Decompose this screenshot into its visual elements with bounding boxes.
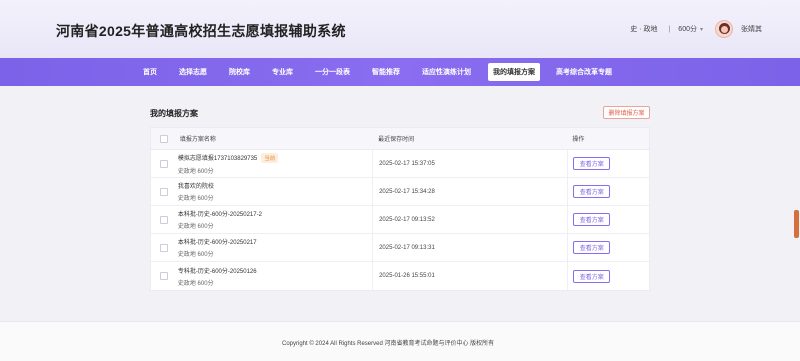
footer: Copyright © 2024 All Rights Reserved 河南省… <box>0 321 800 361</box>
row-checkbox[interactable] <box>160 243 169 252</box>
copyright-text: Copyright © 2024 All Rights Reserved 河南省… <box>282 341 495 347</box>
separator: | <box>668 25 671 33</box>
nav-item-home[interactable]: 首页 <box>143 67 157 77</box>
view-plan-button[interactable]: 查看方案 <box>573 185 611 198</box>
plan-subjects: 史政地 600分 <box>177 168 214 175</box>
column-header-op: 操作 <box>572 137 585 143</box>
row-checkbox[interactable] <box>160 187 169 196</box>
view-plan-button[interactable]: 查看方案 <box>573 213 611 226</box>
plan-subjects: 史政地 600分 <box>177 196 214 202</box>
table-header: 填报方案名称 最近保存时间 操作 <box>151 128 649 150</box>
plan-name: 本科批-历史-600分-20250217-2 <box>177 212 262 218</box>
username[interactable]: 张婧其 <box>741 24 762 34</box>
nav-item-colleges[interactable]: 院校库 <box>229 67 250 77</box>
plan-saved-time: 2025-02-17 15:34:28 <box>372 178 567 205</box>
subject-label: 史 · 政地 <box>630 26 658 33</box>
nav-item-drill[interactable]: 适应性演练计划 <box>422 67 471 77</box>
select-all-checkbox[interactable] <box>160 134 169 143</box>
nav-item-recommend[interactable]: 智能推荐 <box>372 67 400 77</box>
table-row: 本科批-历史-600分-20250217-2 史政地 600分 2025-02-… <box>151 206 649 234</box>
plan-name: 本科批-历史-600分-20250217 <box>177 240 257 246</box>
view-plan-button[interactable]: 查看方案 <box>573 157 611 170</box>
user-area: 史 · 政地 | 600分 ▾ 张婧其 <box>630 0 800 58</box>
row-checkbox[interactable] <box>160 159 169 168</box>
nav-item-reform[interactable]: 高考综合改革专题 <box>556 67 612 77</box>
current-badge: 当前 <box>261 152 279 163</box>
plan-saved-time: 2025-02-17 15:37:05 <box>372 150 567 177</box>
plan-saved-time: 2025-02-17 09:13:31 <box>372 234 567 261</box>
site-title: 河南省2025年普通高校招生志愿填报辅助系统 <box>56 23 346 39</box>
score-label: 600分 <box>678 26 697 33</box>
column-header-name: 填报方案名称 <box>179 137 216 143</box>
row-checkbox[interactable] <box>160 215 169 224</box>
plan-name: 模拟志愿填报1737103829735 <box>177 156 258 162</box>
page-title: 我的填报方案 <box>150 109 198 118</box>
plan-subjects: 史政地 600分 <box>177 224 214 230</box>
table-row: 我喜欢的院校 史政地 600分 2025-02-17 15:34:28 查看方案 <box>151 178 649 206</box>
chevron-down-icon: ▾ <box>699 26 703 33</box>
view-plan-button[interactable]: 查看方案 <box>573 269 611 283</box>
table-row: 模拟志愿填报1737103829735 当前 史政地 600分 2025-02-… <box>151 150 649 178</box>
column-header-time: 最近保存时间 <box>378 137 415 143</box>
table-row: 专科批-历史-600分-20250126 史政地 600分 2025-01-26… <box>151 262 649 290</box>
score-selector[interactable]: 600分 ▾ <box>678 24 703 34</box>
plan-name: 专科批-历史-600分-20250126 <box>177 268 257 275</box>
nav-item-my-plans[interactable]: 我的填报方案 <box>488 63 540 81</box>
plans-table: 填报方案名称 最近保存时间 操作 模拟志愿填报1737103829735 当前 … <box>150 127 650 291</box>
nav-item-majors[interactable]: 专业库 <box>272 67 293 77</box>
delete-plan-button[interactable]: 删除填报方案 <box>603 106 650 119</box>
side-scroll-handle[interactable] <box>794 210 799 238</box>
avatar[interactable] <box>715 20 733 38</box>
plan-saved-time: 2025-01-26 15:55:01 <box>372 262 567 290</box>
plan-subjects: 史政地 600分 <box>177 280 214 287</box>
main-nav: 首页 选择志愿 院校库 专业库 一分一段表 智能推荐 适应性演练计划 我的填报方… <box>0 58 800 86</box>
plan-saved-time: 2025-02-17 09:13:52 <box>372 206 567 233</box>
plan-name: 我喜欢的院校 <box>177 184 214 190</box>
nav-item-score-table[interactable]: 一分一段表 <box>315 67 350 77</box>
view-plan-button[interactable]: 查看方案 <box>573 241 611 254</box>
plan-subjects: 史政地 600分 <box>177 252 214 258</box>
header: 河南省2025年普通高校招生志愿填报辅助系统 史 · 政地 | 600分 ▾ 张… <box>0 0 800 58</box>
nav-item-select[interactable]: 选择志愿 <box>179 67 207 77</box>
subject-selector[interactable]: 史 · 政地 <box>630 24 660 34</box>
table-row: 本科批-历史-600分-20250217 史政地 600分 2025-02-17… <box>151 234 649 262</box>
row-checkbox[interactable] <box>160 272 169 280</box>
